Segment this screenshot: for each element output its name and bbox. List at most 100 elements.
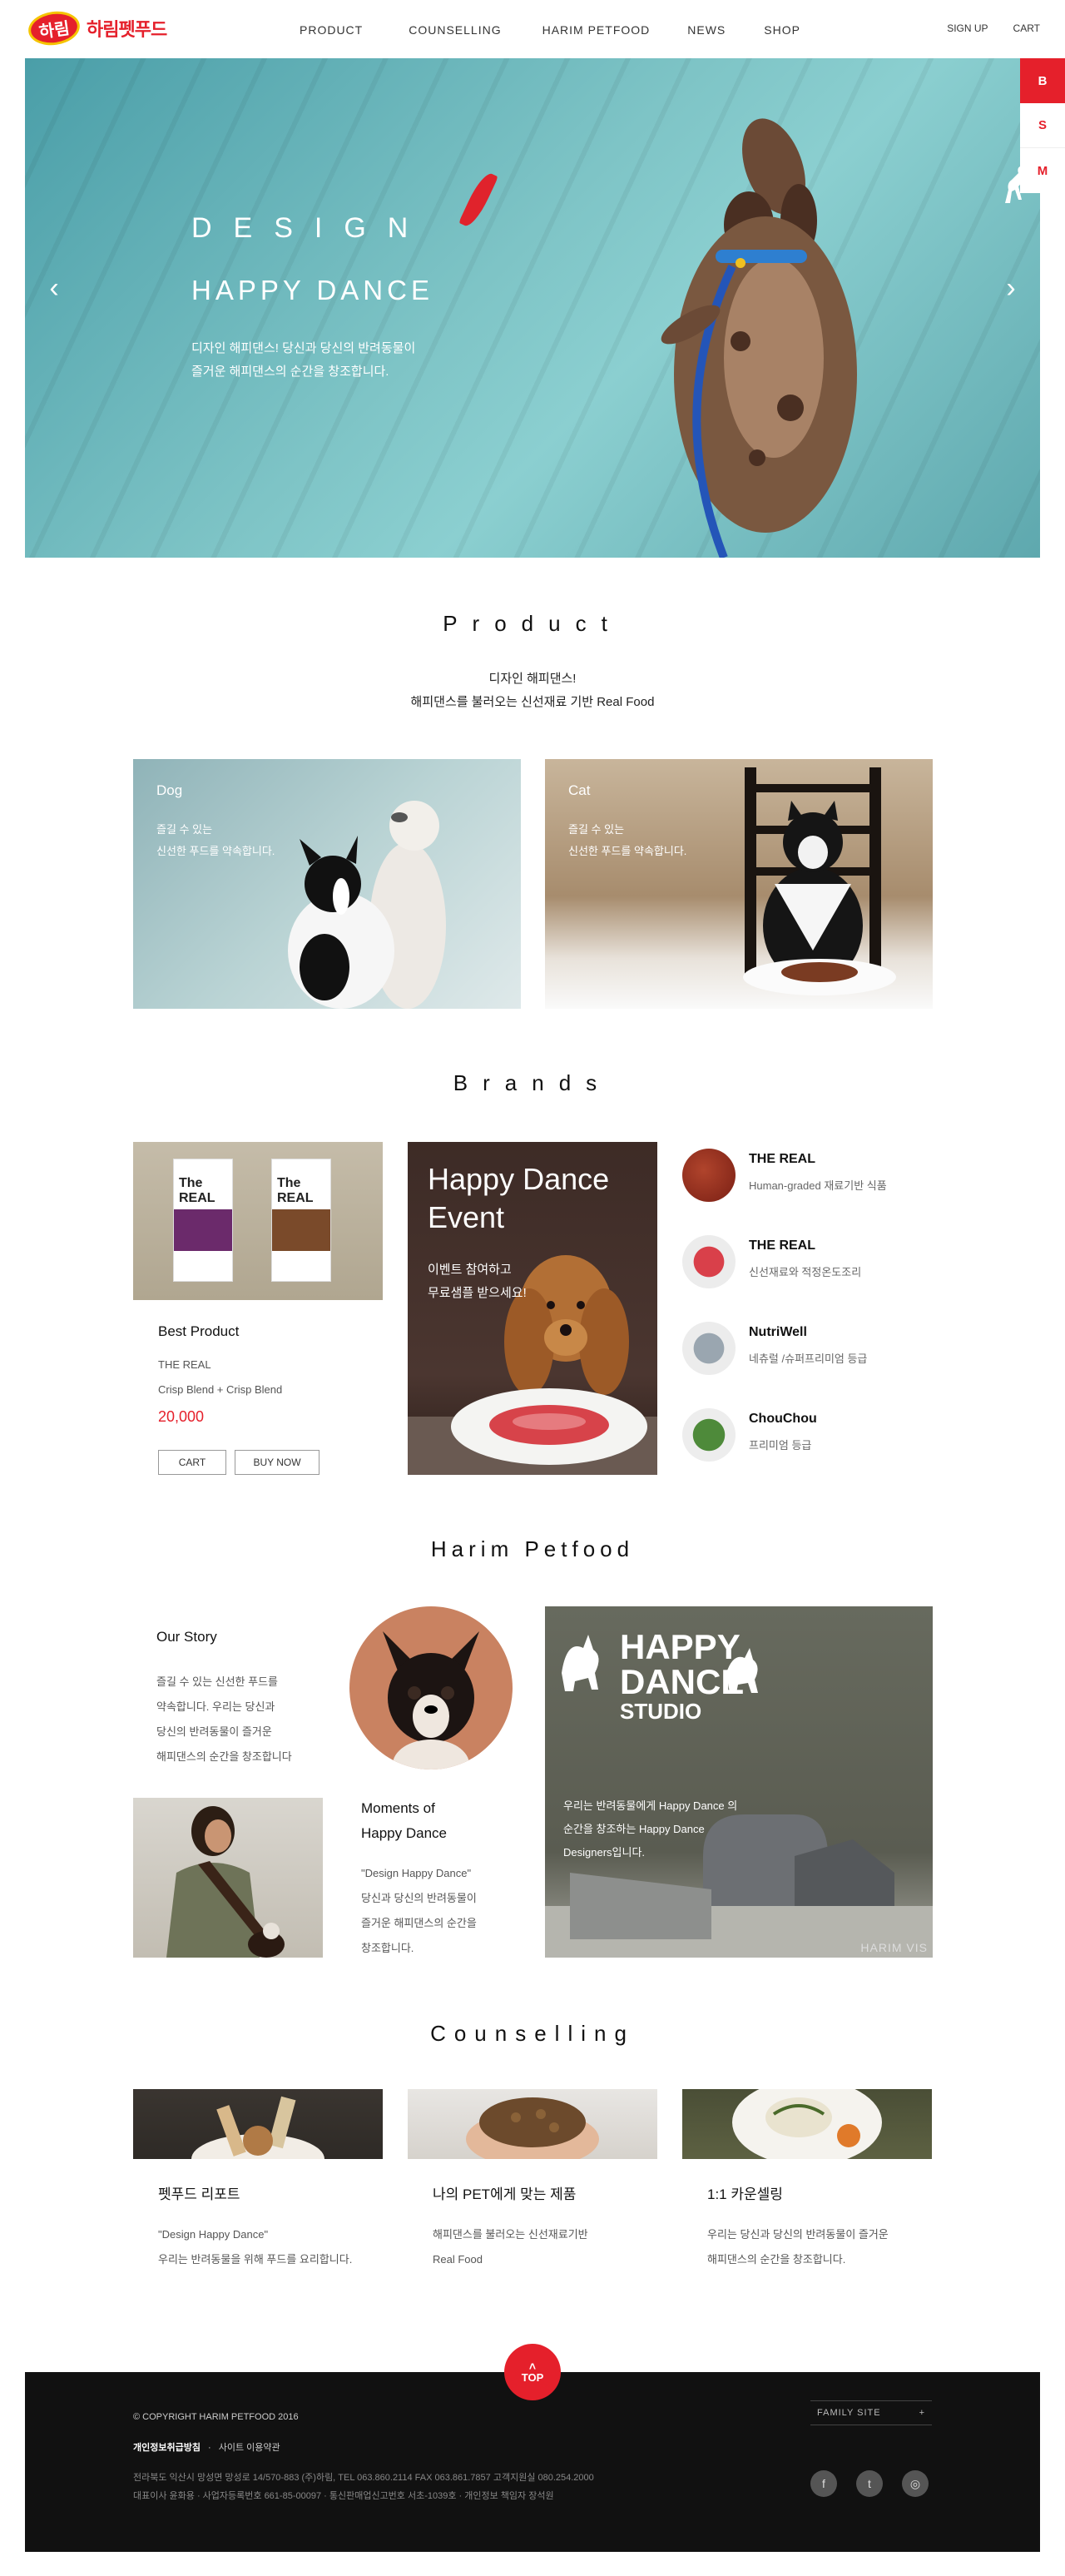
- counselling-card-desc: "Design Happy Dance" 우리는 반려동물을 위해 푸드를 요리…: [158, 2222, 352, 2272]
- product-bag-2-brand: The REAL: [277, 1176, 314, 1205]
- counselling-report-image: [133, 2089, 383, 2159]
- event-title-line-1: Happy Dance: [428, 1162, 610, 1196]
- dogs-photo: [288, 801, 446, 1009]
- privacy-policy-link[interactable]: 개인정보취급방침: [133, 2443, 201, 2453]
- dog-silhouette-icon: [1005, 166, 1025, 203]
- product-card-dog-desc: 즐길 수 있는 신선한 푸드를 약속합니다.: [156, 819, 275, 862]
- moments-line: "Design Happy Dance": [361, 1867, 472, 1879]
- event-banner[interactable]: Happy Dance Event 이벤트 참여하고 무료샘플 받으세요!: [408, 1142, 657, 1475]
- counselling-card-one-to-one[interactable]: 1:1 카운셀링 우리는 당신과 당신의 반려동물이 즐거운 해피댄스의 순간을…: [682, 2089, 932, 2266]
- best-product-image[interactable]: The REAL The REAL: [133, 1142, 383, 1300]
- sign-up-link[interactable]: SIGN UP: [947, 22, 988, 34]
- buy-now-button[interactable]: BUY NOW: [235, 1450, 320, 1475]
- best-product-card: The REAL The REAL Best Product THE REAL …: [133, 1142, 383, 1475]
- counselling-desc-line-2: 해피댄스의 순간을 창조합니다.: [707, 2253, 846, 2266]
- story-line: 즐길 수 있는 신선한 푸드를: [156, 1675, 279, 1688]
- hero-desc-line-2: 즐거운 해피댄스의 순간을 창조합니다.: [191, 365, 389, 379]
- terms-link[interactable]: 사이트 이용약관: [219, 2443, 280, 2453]
- side-quick-tabs: B S M: [1005, 58, 1065, 203]
- facebook-icon[interactable]: f: [810, 2470, 837, 2497]
- event-description: 이벤트 참여하고 무료샘플 받으세요!: [428, 1258, 527, 1305]
- scroll-top-button[interactable]: ˄ TOP: [504, 2344, 561, 2400]
- bowl-illustration: [191, 2096, 324, 2159]
- counselling-section-title: Counselling: [430, 2021, 635, 2046]
- event-desc-line-2: 무료샘플 받으세요!: [428, 1286, 527, 1300]
- nav-product[interactable]: PRODUCT: [300, 23, 363, 37]
- brand-name: THE REAL: [749, 1238, 815, 1253]
- product-card-dog[interactable]: Dog 즐길 수 있는 신선한 푸드를 약속합니다.: [133, 759, 521, 1009]
- counselling-1to1-image: [682, 2089, 932, 2159]
- copyright: © COPYRIGHT HARIM PETFOOD 2016: [133, 2412, 299, 2422]
- logo-text: 하림펫푸드: [87, 19, 167, 40]
- moments-title-line-2: Happy Dance: [361, 1825, 448, 1841]
- counselling-card-title: 펫푸드 리포트: [158, 2186, 240, 2202]
- chihuahua-round-photo: [349, 1606, 513, 1769]
- hero-title-happy-dance: HAPPY DANCE: [191, 275, 433, 305]
- product-card-dog-desc-line-2: 신선한 푸드를 약속합니다.: [156, 845, 275, 857]
- nav-counselling[interactable]: COUNSELLING: [409, 23, 501, 37]
- event-title-line-2: Event: [428, 1200, 505, 1234]
- product-subtitle-line-1: 디자인 해피댄스!: [488, 672, 577, 686]
- best-product-price: 20,000: [158, 1408, 205, 1425]
- instagram-icon[interactable]: ◎: [902, 2470, 929, 2497]
- studio-line: 우리는 반려동물에게 Happy Dance 의: [563, 1799, 738, 1812]
- story-line: 해피댄스의 순간을 창조합니다: [156, 1750, 292, 1763]
- product-card-cat-desc-line-2: 신선한 푸드를 약속합니다.: [568, 845, 687, 857]
- product-bag-1-brand: The REAL: [179, 1176, 215, 1205]
- brand-thumb-fish: [682, 1322, 736, 1375]
- product-card-cat-title: Cat: [568, 782, 591, 798]
- moments-title: Moments of Happy Dance: [361, 1796, 447, 1846]
- moments-desc: "Design Happy Dance" 당신과 당신의 반려동물이 즐거운 해…: [361, 1861, 477, 1961]
- product-card-dog-desc-line-1: 즐길 수 있는: [156, 823, 213, 836]
- nav-shop[interactable]: SHOP: [764, 23, 800, 37]
- product-card-dog-title: Dog: [156, 782, 183, 798]
- product-bag-2: The REAL: [271, 1159, 331, 1282]
- counselling-card-report[interactable]: 펫푸드 리포트 "Design Happy Dance" 우리는 반려동물을 위…: [133, 2089, 383, 2266]
- counselling-card-title: 1:1 카운셀링: [707, 2186, 783, 2202]
- brand-item-nutriwell[interactable]: NutriWell 네츄럴 /슈퍼프리미엄 등급: [682, 1322, 932, 1388]
- brand-item-chouchou[interactable]: ChouChou 프리미엄 등급: [682, 1408, 932, 1475]
- logo[interactable]: 하림 하림펫푸드: [26, 7, 167, 49]
- twitter-icon[interactable]: t: [856, 2470, 883, 2497]
- hero-slider: DESIGN HAPPY DANCE 디자인 해피댄스! 당신과 당신의 반려동…: [25, 58, 1040, 558]
- brand-name: THE REAL: [749, 1152, 815, 1166]
- best-product-blend: Crisp Blend + Crisp Blend: [158, 1383, 283, 1396]
- product-card-cat[interactable]: Cat 즐길 수 있는 신선한 푸드를 약속합니다.: [545, 759, 933, 1009]
- hero-prev-arrow[interactable]: ‹: [42, 273, 67, 303]
- studio-title-line-2: DANCE: [620, 1662, 745, 1701]
- counselling-card-desc: 해피댄스를 불러오는 신선재료기반 Real Food: [433, 2222, 588, 2272]
- brand-thumb-kibble: [682, 1149, 736, 1202]
- footer-links: 개인정보취급방침 · 사이트 이용약관: [133, 2443, 280, 2453]
- family-site-select[interactable]: FAMILY SITE +: [810, 2400, 932, 2425]
- main-nav: PRODUCT COUNSELLING HARIM PETFOOD NEWS S…: [300, 23, 839, 37]
- cart-button[interactable]: CART: [158, 1450, 226, 1475]
- nav-news[interactable]: NEWS: [687, 23, 726, 37]
- counselling-desc-line-2: 우리는 반려동물을 위해 푸드를 요리합니다.: [158, 2253, 353, 2266]
- plate-illustration: [732, 2089, 882, 2159]
- happy-dance-studio-banner[interactable]: HAPPY DANCE STUDIO 우리는 반려동물에게 Happy Danc…: [545, 1606, 933, 1958]
- story-line: 약속합니다. 우리는 당신과: [156, 1700, 275, 1713]
- story-line: 당신의 반려동물이 즐거운: [156, 1725, 272, 1738]
- counselling-card-product-match[interactable]: 나의 PET에게 맞는 제품 해피댄스를 불러오는 신선재료기반 Real Fo…: [408, 2089, 657, 2266]
- brand-thumb-herb: [682, 1408, 736, 1462]
- chihuahua-illustration: [383, 1631, 479, 1769]
- side-tab-b[interactable]: B: [1020, 58, 1065, 103]
- brand-item-the-real-1[interactable]: THE REAL Human-graded 재료기반 식품: [682, 1149, 932, 1215]
- utility-links: SIGN UP CART: [922, 22, 1040, 34]
- studio-description: 우리는 반려동물에게 Happy Dance 의 순간을 창조하는 Happy …: [563, 1794, 737, 1864]
- side-tab-s[interactable]: S: [1020, 103, 1065, 148]
- company-address: 전라북도 익산시 망성면 망성로 14/570-883 (주)하림, TEL 0…: [133, 2473, 594, 2483]
- cart-link[interactable]: CART: [1013, 22, 1040, 34]
- plus-icon: +: [919, 2408, 925, 2418]
- hero-next-arrow[interactable]: ›: [998, 273, 1023, 303]
- counselling-card-title: 나의 PET에게 맞는 제품: [433, 2186, 577, 2202]
- top-label: TOP: [521, 2370, 544, 2384]
- brand-item-the-real-2[interactable]: THE REAL 신선재료와 적정온도조리: [682, 1235, 932, 1302]
- cat-photo: [743, 767, 896, 995]
- hero-description: 디자인 해피댄스! 당신과 당신의 반려동물이 즐거운 해피댄스의 순간을 창조…: [191, 337, 415, 384]
- our-story-desc: 즐길 수 있는 신선한 푸드를 약속합니다. 우리는 당신과 당신의 반려동물이…: [156, 1670, 292, 1769]
- studio-line: 순간을 창조하는 Happy Dance: [563, 1823, 705, 1835]
- moments-line: 창조합니다.: [361, 1942, 414, 1954]
- nav-harim-petfood[interactable]: HARIM PETFOOD: [542, 23, 651, 37]
- moments-title-line-1: Moments of: [361, 1800, 435, 1816]
